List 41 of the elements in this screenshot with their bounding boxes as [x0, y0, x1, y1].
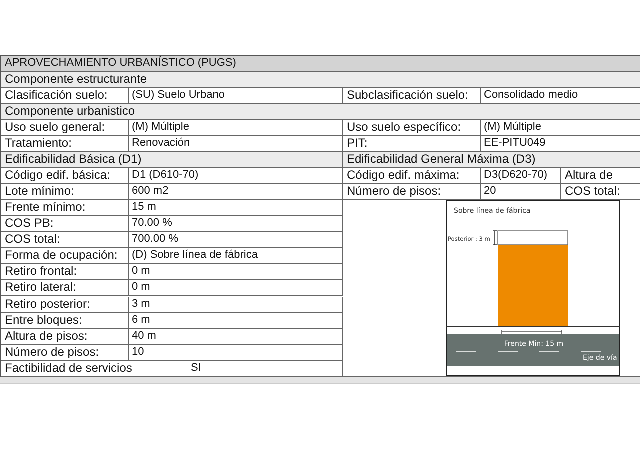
field-label: Forma de ocupación:	[1, 248, 129, 264]
field-label: Uso suelo general:	[1, 120, 129, 136]
field-value: 3 m	[129, 296, 343, 313]
field-label: Número de pisos:	[1, 344, 129, 361]
field-value: 40 m	[129, 328, 343, 345]
field-value: D1 (D610-70)	[129, 168, 343, 184]
field-value: 6 m	[129, 312, 343, 329]
dimension-line	[502, 330, 562, 334]
section-heading: Edificabilidad Básica (D1)	[1, 152, 343, 168]
field-label: Altura de	[561, 168, 640, 184]
section-heading: Componente urbanistico	[1, 104, 640, 120]
table-title: APROVECHAMIENTO URBANÍSTICO (PUGS)	[1, 56, 640, 72]
field-value: 15 m	[129, 200, 343, 216]
field-label: Retiro lateral:	[1, 280, 129, 296]
dimension-marker	[492, 230, 498, 246]
field-label: Factibilidad de servicios	[5, 360, 134, 376]
field-label: Entre bloques:	[1, 312, 129, 329]
field-label: Código edif. máxima:	[343, 168, 481, 184]
field-value: 0 m	[129, 280, 343, 296]
field-value: (D) Sobre línea de fábrica	[129, 248, 343, 264]
field-label: Altura de pisos:	[1, 328, 129, 345]
field-value: 70.00 %	[129, 216, 343, 232]
field-label: COS total:	[1, 232, 129, 248]
field-value: D3(D620-70)	[481, 168, 561, 184]
section-heading: Edificabilidad General Máxima (D3)	[343, 152, 640, 168]
field-label: Retiro posterior:	[1, 296, 129, 313]
field-value: (M) Múltiple	[481, 120, 640, 136]
field-label: Frente mínimo:	[1, 200, 129, 216]
field-label: Uso suelo específico:	[343, 120, 481, 136]
field-label: COS PB:	[1, 216, 129, 232]
field-value: 700.00 %	[129, 232, 343, 248]
field-value: (M) Múltiple	[129, 120, 343, 136]
field-value: 0 m	[129, 264, 343, 280]
field-value: SI	[191, 360, 202, 376]
field-label: Lote mínimo:	[1, 184, 129, 200]
rear-setback-outline	[498, 230, 568, 246]
field-value: 600 m2	[129, 184, 343, 200]
section-heading: Componente estructurante	[1, 72, 640, 88]
field-label: Retiro frontal:	[1, 264, 129, 280]
field-value: 10	[129, 344, 343, 361]
field-label: Código edif. básica:	[1, 168, 129, 184]
